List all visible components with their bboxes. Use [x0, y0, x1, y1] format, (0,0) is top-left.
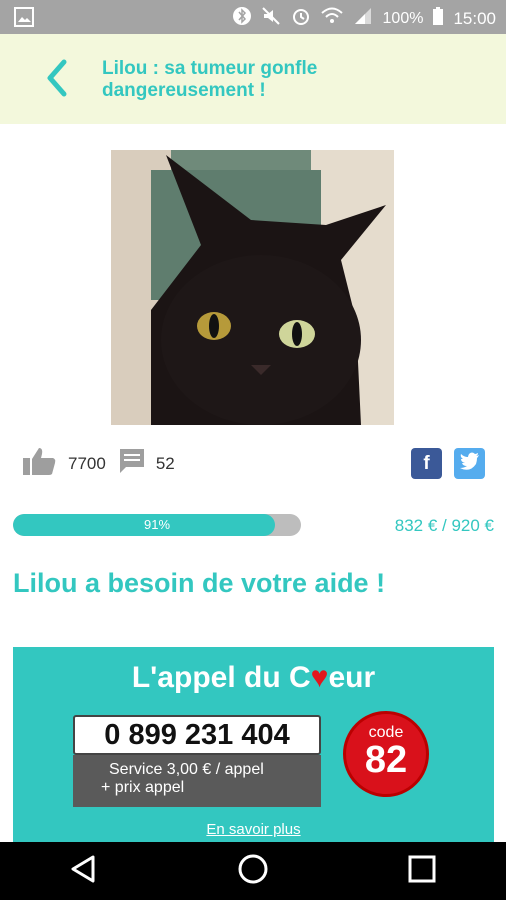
phone-card[interactable]: 0 899 231 404 Service 3,00 € / appel + p… [73, 715, 321, 807]
appel-title: L'appel du C♥eur [13, 661, 494, 695]
signal-icon [353, 7, 373, 30]
back-arrow-icon[interactable] [38, 56, 78, 100]
code-value: 82 [364, 739, 408, 781]
comments-count: 52 [155, 453, 175, 473]
wifi-icon [320, 7, 343, 30]
appel-title-text: L'appel du [131, 661, 289, 694]
recents-nav-icon[interactable] [407, 854, 437, 889]
home-nav-icon[interactable] [237, 853, 269, 890]
battery-icon [433, 7, 444, 30]
alarm-icon [291, 6, 311, 31]
bluetooth-icon [232, 6, 251, 31]
comment-icon[interactable] [118, 447, 146, 480]
phone-number[interactable]: 0 899 231 404 [73, 715, 321, 755]
appel-title-text-end: eur [328, 661, 376, 694]
navigation-bar [0, 842, 506, 900]
learn-more-link[interactable]: En savoir plus [13, 821, 494, 838]
twitter-share-button[interactable] [454, 448, 485, 479]
heart-icon: ♥ [310, 661, 329, 694]
service-line-2: + prix appel [101, 779, 185, 796]
battery-level: 100% [382, 9, 424, 27]
cat-photo [111, 150, 394, 425]
progress-percent: 91% [143, 517, 171, 532]
twitter-icon [459, 452, 480, 476]
funding-progress-bar: 91% [13, 514, 301, 536]
mute-icon [261, 6, 281, 31]
thumbs-up-icon[interactable] [22, 446, 56, 481]
service-line-1: Service 3,00 € / appel [109, 761, 264, 778]
app-header: Lilou : sa tumeur gonfle dangereusement … [0, 34, 506, 124]
status-bar: 100% 15:00 [0, 0, 506, 34]
facebook-share-button[interactable]: f [411, 448, 442, 479]
back-nav-icon[interactable] [69, 854, 99, 889]
likes-count: 7700 [68, 453, 106, 473]
appel-du-coeur-panel[interactable]: L'appel du C♥eur 0 899 231 404 Service 3… [13, 647, 494, 847]
help-headline: Lilou a besoin de votre aide ! [13, 568, 386, 598]
funding-amount: 832 € / 920 € [394, 516, 494, 535]
appel-title-c: C [288, 661, 311, 694]
engagement-stats: 7700 52 [22, 446, 175, 481]
clock: 15:00 [453, 8, 496, 28]
code-badge: code 82 [343, 711, 429, 797]
page-title: Lilou : sa tumeur gonfle dangereusement … [102, 58, 318, 101]
service-price: Service 3,00 € / appel + prix appel [73, 755, 321, 807]
facebook-icon: f [423, 452, 430, 474]
gallery-icon [14, 7, 34, 32]
